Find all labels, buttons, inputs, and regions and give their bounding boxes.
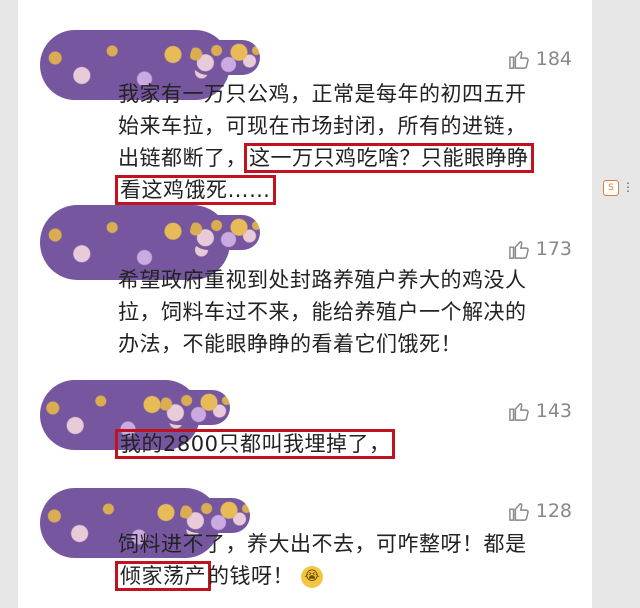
thumbs-up-icon: [508, 502, 529, 521]
thumbs-up-icon: [508, 402, 529, 421]
highlight-box: 这一万只鸡吃啥？只能眼睁睁: [244, 143, 534, 173]
thumbs-up-icon: [508, 240, 529, 259]
like-button[interactable]: 184: [508, 48, 572, 70]
like-button[interactable]: 128: [508, 500, 572, 522]
like-count: 128: [535, 500, 572, 522]
crying-face-emoji-icon: 😭: [301, 566, 324, 588]
thumbs-up-icon: [508, 50, 529, 69]
highlight-box: 看这鸡饿死……: [115, 175, 276, 205]
comment-text: 我的2800只都叫我埋掉了，: [115, 428, 568, 460]
like-button[interactable]: 143: [508, 400, 572, 422]
comment-text: 饲料进不了，养大出不去，可咋整呀！都是 倾家荡产的钱呀！ 😭: [115, 528, 568, 592]
like-button[interactable]: 173: [508, 238, 572, 260]
highlight-box: 倾家荡产: [115, 561, 211, 591]
more-options-icon[interactable]: ⋮: [622, 180, 634, 194]
like-count: 184: [535, 48, 572, 70]
like-count: 173: [535, 238, 572, 260]
comment-text: 希望政府重视到处封路养殖户养大的鸡没人 拉，饲料车过不来，能给养殖户一个解决的 …: [118, 268, 527, 356]
highlight-box: 我的2800只都叫我埋掉了，: [115, 429, 396, 459]
like-count: 143: [535, 400, 572, 422]
comment-list: 184 我家有一万只公鸡，正常是每年的初四五开 始来车拉，可现在市场封闭，所有的…: [18, 0, 592, 608]
side-badge-icon[interactable]: S: [603, 180, 619, 196]
comment-text: 我家有一万只公鸡，正常是每年的初四五开 始来车拉，可现在市场封闭，所有的进链， …: [115, 78, 568, 206]
